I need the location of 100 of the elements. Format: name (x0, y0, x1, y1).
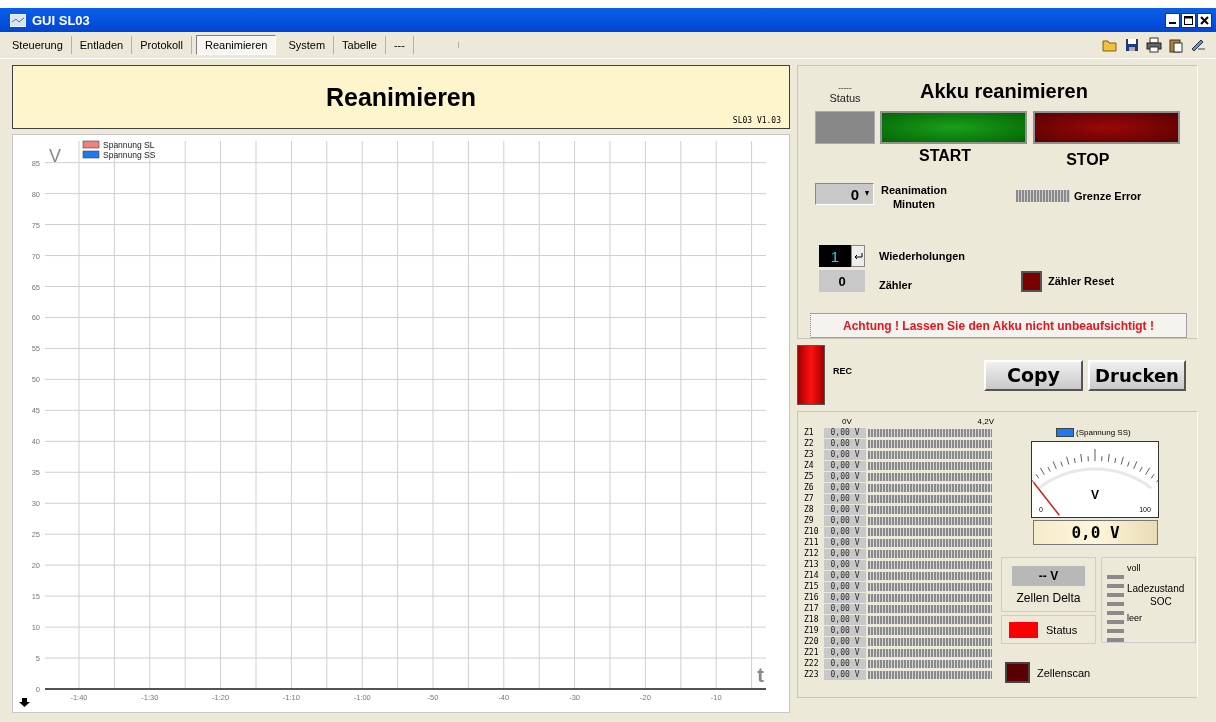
tab[interactable]: Protokoll (132, 36, 192, 54)
close-icon (1200, 15, 1209, 25)
stop-button[interactable] (1033, 111, 1180, 144)
cell-label: Z17 (804, 604, 820, 613)
cell-voltage: 0,00 V (824, 515, 866, 526)
panel-title: Akku reanimieren (920, 80, 1088, 103)
counter-label: Zähler (879, 279, 912, 291)
maximize-icon (1184, 15, 1193, 25)
soc-full-label: voll (1127, 563, 1141, 573)
limit-indicator (1016, 190, 1070, 202)
cell-voltage: 0,00 V (824, 449, 866, 460)
enter-button[interactable] (851, 245, 865, 267)
cell-voltage: 0,00 V (824, 614, 866, 625)
counter-reset-label: Zähler Reset (1048, 275, 1115, 287)
maximize-button[interactable] (1181, 12, 1196, 28)
close-button[interactable] (1197, 12, 1212, 28)
copy-button[interactable]: Copy (984, 359, 1083, 391)
cell-voltage: 0,00 V (824, 581, 866, 592)
version-label: SL03 V1.03 (732, 116, 781, 125)
cell-label: Z22 (804, 659, 820, 668)
counter-field: 0 (819, 270, 865, 292)
repetitions-field[interactable]: 1 (819, 245, 851, 267)
start-button[interactable] (880, 111, 1027, 144)
status-indicator (815, 111, 875, 144)
status-label: Status (1046, 623, 1078, 636)
scale-min-label: 0V (842, 417, 852, 426)
cell-voltage: 0,00 V (824, 493, 866, 504)
cell-label: Z12 (804, 549, 820, 558)
counter-reset-button[interactable] (1021, 270, 1042, 292)
start-label: START (919, 147, 972, 166)
status-label: Status (829, 92, 861, 104)
cell-label: Z5 (804, 472, 815, 481)
cell-voltage: 0,00 V (824, 658, 866, 669)
rec-indicator (797, 345, 825, 405)
cell-label: Z7 (804, 494, 815, 503)
cell-voltage: 0,00 V (824, 537, 866, 548)
cell-label: Z4 (804, 461, 815, 470)
tab[interactable]: Tabelle (334, 36, 386, 54)
clipboard-icon[interactable] (1168, 37, 1184, 53)
cell-voltage: 0,00 V (824, 526, 866, 537)
delta-value: -- V (1012, 566, 1085, 586)
down-arrow-icon (19, 698, 30, 707)
cell-voltage: 0,00 V (824, 427, 866, 438)
cell-label: Z10 (804, 527, 820, 536)
cell-voltage: 0,00 V (824, 548, 866, 559)
tab[interactable]: --- (385, 36, 414, 54)
cell-label: Z8 (804, 505, 815, 514)
save-icon[interactable] (1124, 37, 1140, 53)
spinner-icon (865, 191, 869, 197)
gauge-unit: V (1091, 488, 1099, 502)
cell-label: Z11 (804, 538, 820, 547)
minutes-label: Reanimation Minuten (880, 183, 948, 211)
cell-voltage: 0,00 V (824, 438, 866, 449)
limit-label: Grenze Error (1074, 190, 1142, 202)
cell-label: Z6 (804, 483, 815, 492)
cell-scan-label: Zellenscan (1037, 666, 1091, 679)
cell-voltage: 0,00 V (824, 460, 866, 471)
minimize-button[interactable] (1165, 12, 1180, 28)
tab[interactable]: Reanimieren (196, 35, 277, 55)
y-axis-title: V (49, 146, 61, 166)
soc-empty-label: leer (1127, 613, 1142, 623)
cell-voltage: 0,00 V (824, 669, 866, 680)
status-dashes: ----- (838, 84, 852, 92)
status-led (1009, 621, 1038, 638)
folder-icon[interactable] (1102, 37, 1118, 53)
soc-subtitle: SOC (1150, 596, 1172, 607)
tab[interactable]: Steuerung (4, 36, 72, 54)
cell-voltage: 0,00 V (824, 625, 866, 636)
warning-message: Achtung ! Lassen Sie den Akku nicht unbeaufsichtigt ! (810, 313, 1187, 338)
cell-label: Z18 (804, 615, 820, 624)
cell-voltage: 0,00 V (824, 603, 866, 614)
print-button[interactable]: Drucken (1088, 359, 1186, 391)
x-axis-title: t (757, 664, 764, 686)
cell-label: Z23 (804, 670, 820, 679)
cell-voltage: 0,00 V (824, 570, 866, 581)
minutes-field[interactable]: 0 (815, 183, 874, 205)
cell-voltage: 0,00 V (824, 647, 866, 658)
minimize-icon (1169, 22, 1176, 24)
cell-voltage: 0,00 V (824, 482, 866, 493)
delta-label: Zellen Delta (1016, 591, 1081, 605)
cell-label: Z3 (804, 450, 815, 459)
cell-scan-button[interactable] (1005, 662, 1030, 683)
cell-label: Z15 (804, 582, 820, 591)
cell-label: Z14 (804, 571, 820, 580)
cell-voltage: 0,00 V (824, 471, 866, 482)
cell-label: Z1 (804, 428, 815, 437)
cell-voltage: 0,00 V (824, 559, 866, 570)
pen-icon[interactable] (1190, 37, 1206, 53)
repetitions-label: Wiederholungen (879, 250, 966, 262)
cell-label: Z9 (804, 516, 815, 525)
page-title: Reanimieren (325, 82, 477, 112)
legend-label: Spannung SS (103, 149, 156, 160)
legend-swatch (1056, 428, 1074, 437)
legend-label: Spannung SL (103, 139, 155, 150)
window-title: GUI SL03 (32, 12, 91, 28)
soc-title: Ladezustand (1127, 583, 1185, 594)
tab[interactable]: System (280, 36, 335, 54)
legend-label: (Spannung SS) (1076, 428, 1131, 437)
tab[interactable]: Entladen (71, 36, 133, 54)
print-icon[interactable] (1146, 37, 1162, 53)
